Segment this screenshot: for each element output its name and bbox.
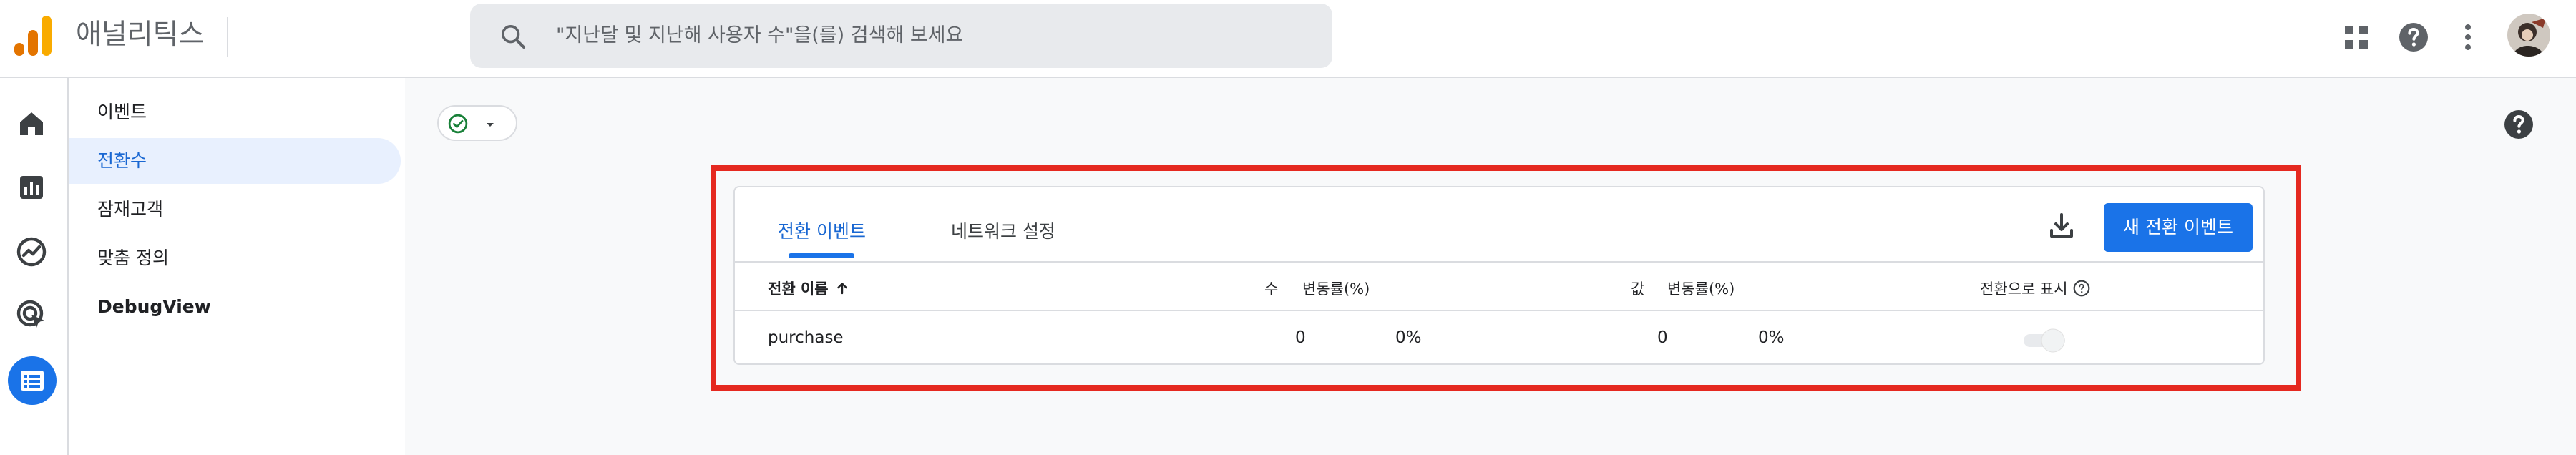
advertising-icon[interactable] [14,298,49,332]
mark-as-conversion-toggle[interactable] [2021,326,2072,355]
tab-conversion-events[interactable]: 전환 이벤트 [778,217,866,246]
navigation-rail [0,78,69,455]
analytics-logo-icon[interactable] [13,14,53,57]
arrow-up-icon [837,283,847,295]
search-bar[interactable]: "지난달 및 지난해 사용자 수"을(를) 검색해 보세요 [470,4,1332,68]
tab-network-settings[interactable]: 네트워크 설정 [951,217,1055,246]
active-tab-indicator [789,253,854,258]
conversion-events-card: 전환 이벤트 네트워크 설정 새 전환 이벤트 전환 이름 수 변동률(%) 값… [733,186,2265,365]
new-conversion-event-button[interactable]: 새 전환 이벤트 [2104,203,2253,252]
nav-item-audiences[interactable]: 잠재고객 [69,187,401,233]
cell-count: 0 [1295,328,1306,347]
apps-icon[interactable] [2339,20,2373,54]
nav-item-debugview[interactable]: DebugView [69,284,401,330]
avatar[interactable] [2507,14,2550,57]
configure-icon[interactable] [15,363,49,398]
nav-item-custom-definitions[interactable]: 맞춤 정의 [69,235,401,281]
cell-value-change: 0% [1758,328,1785,347]
status-chip[interactable] [437,105,517,141]
nav-item-conversions[interactable]: 전환수 [69,138,401,184]
title-divider [227,17,228,57]
reports-icon[interactable] [14,170,49,205]
app-title: 애널리틱스 [76,19,205,51]
column-header-value-change[interactable]: 변동률(%) [1667,275,1735,303]
help-icon[interactable] [2502,107,2536,142]
help-outline-icon[interactable] [2072,279,2091,298]
explore-icon[interactable] [14,235,49,269]
more-vert-icon[interactable] [2451,20,2485,54]
arrow-drop-down-icon [487,123,494,127]
cell-event-name: purchase [768,328,844,347]
tab-divider [735,261,2263,263]
column-header-mark-as-conversion: 전환으로 표시 [1980,275,2091,303]
search-icon [502,25,525,49]
search-placeholder: "지난달 및 지난해 사용자 수"을(를) 검색해 보세요 [556,24,964,47]
check-circle-icon [448,114,468,134]
home-icon[interactable] [14,107,49,141]
column-header-count[interactable]: 수 [1264,275,1278,303]
cell-value: 0 [1657,328,1668,347]
help-icon[interactable] [2396,20,2431,54]
top-app-bar: 애널리틱스 "지난달 및 지난해 사용자 수"을(를) 검색해 보세요 [0,0,2576,78]
header-divider [735,310,2263,311]
download-icon[interactable] [2044,209,2079,243]
column-header-value[interactable]: 값 [1631,275,1644,303]
nav-item-events[interactable]: 이벤트 [69,89,401,135]
column-header-count-change[interactable]: 변동률(%) [1302,275,1370,303]
configure-nav: 이벤트 전환수 잠재고객 맞춤 정의 DebugView [69,78,405,455]
cell-count-change: 0% [1395,328,1422,347]
column-header-name[interactable]: 전환 이름 [768,275,851,303]
